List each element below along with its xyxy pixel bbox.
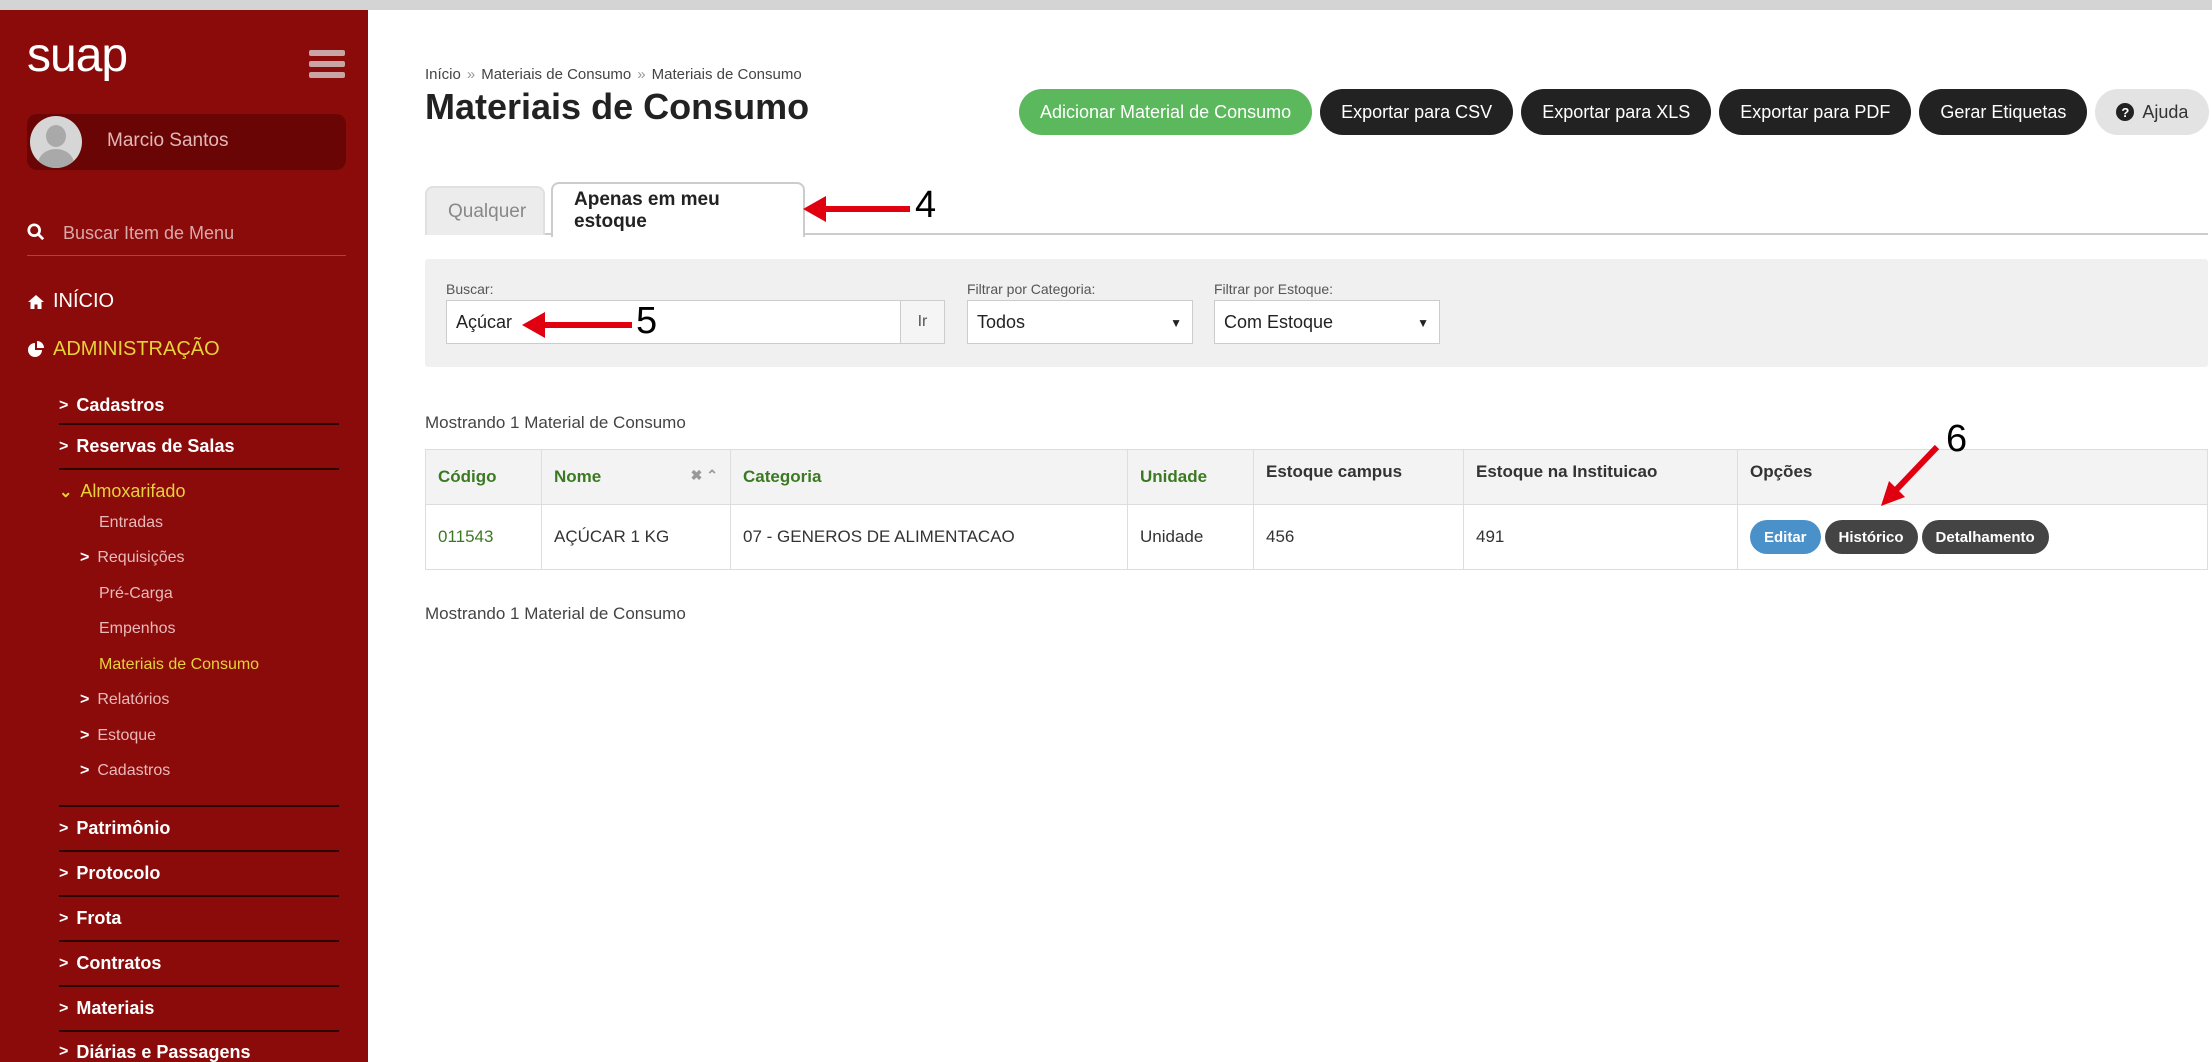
chevron-down-icon: ⌄ bbox=[59, 483, 73, 501]
sort-controls-icon[interactable]: ✖ ⌃ bbox=[691, 467, 718, 484]
cell-nome: AÇÚCAR 1 KG bbox=[541, 504, 731, 570]
sidebar-item-contratos[interactable]: > Contratos bbox=[59, 940, 339, 985]
sidebar-item-reservas[interactable]: > Reservas de Salas bbox=[59, 423, 339, 468]
col-estoque-campus: Estoque campus bbox=[1253, 449, 1464, 505]
action-buttons: Adicionar Material de Consumo Exportar p… bbox=[1019, 89, 2210, 135]
user-profile[interactable]: Marcio Santos bbox=[27, 114, 346, 170]
search-label: Buscar: bbox=[446, 281, 494, 297]
help-icon: ? bbox=[2116, 103, 2135, 121]
materials-table: Código Nome ✖ ⌃ Categoria Unidade Estoque… bbox=[425, 449, 2208, 570]
cell-estoque-instituicao: 491 bbox=[1463, 504, 1738, 570]
dropdown-caret-icon: ▼ bbox=[1170, 316, 1182, 330]
table-row: 011543 AÇÚCAR 1 KG 07 - GENEROS DE ALIME… bbox=[425, 504, 2208, 570]
nav-administracao[interactable]: ADMINISTRAÇÃO bbox=[27, 338, 220, 361]
cell-opcoes: Editar Histórico Detalhamento bbox=[1737, 504, 2208, 570]
chevron-right-icon: > bbox=[80, 691, 90, 708]
sidebar-item-cadastros[interactable]: > Cadastros bbox=[59, 388, 339, 423]
page-title: Materiais de Consumo bbox=[425, 86, 810, 127]
avatar bbox=[30, 116, 82, 168]
col-nome[interactable]: Nome ✖ ⌃ bbox=[541, 449, 731, 505]
sidebar: suap Marcio Santos INÍCIO ADMINISTRAÇÃO … bbox=[0, 0, 368, 1062]
sidebar-subitem-requisicoes[interactable]: > Requisições bbox=[80, 549, 185, 567]
col-categoria[interactable]: Categoria bbox=[730, 449, 1128, 505]
home-icon bbox=[28, 294, 44, 309]
sidebar-subitem-precarga[interactable]: Pré-Carga bbox=[99, 585, 173, 603]
suap-logo[interactable]: suap bbox=[27, 28, 128, 83]
chevron-right-icon: > bbox=[59, 999, 69, 1017]
sidebar-subitem-estoque[interactable]: > Estoque bbox=[80, 727, 156, 745]
sidebar-item-protocolo[interactable]: > Protocolo bbox=[59, 850, 339, 895]
chevron-right-icon: > bbox=[59, 954, 69, 972]
chevron-right-icon: > bbox=[59, 437, 69, 455]
stock-filter-label: Filtrar por Estoque: bbox=[1214, 281, 1334, 297]
chevron-right-icon: > bbox=[80, 727, 90, 744]
stock-select[interactable]: Com Estoque ▼ bbox=[1214, 300, 1440, 344]
sidebar-item-patrimonio[interactable]: > Patrimônio bbox=[59, 805, 339, 850]
nav-administracao-label: ADMINISTRAÇÃO bbox=[53, 338, 220, 360]
help-button[interactable]: ? Ajuda bbox=[2095, 89, 2210, 135]
category-select[interactable]: Todos ▼ bbox=[967, 300, 1193, 344]
sidebar-subitem-empenhos[interactable]: Empenhos bbox=[99, 620, 176, 638]
nav-inicio[interactable]: INÍCIO bbox=[27, 290, 114, 313]
annotation-label-4: 4 bbox=[915, 184, 937, 226]
chevron-right-icon: > bbox=[59, 1043, 69, 1060]
sidebar-subitem-relatorios[interactable]: > Relatórios bbox=[80, 691, 169, 709]
sidebar-item-diarias[interactable]: > Diárias e Passagens bbox=[59, 1030, 339, 1062]
export-pdf-button[interactable]: Exportar para PDF bbox=[1719, 89, 1912, 135]
tabs: Qualquer Apenas em meu estoque bbox=[425, 182, 2208, 237]
dropdown-caret-icon: ▼ bbox=[1417, 316, 1429, 330]
results-count: Mostrando 1 Material de Consumo bbox=[425, 413, 686, 432]
results-count-bottom: Mostrando 1 Material de Consumo bbox=[425, 604, 686, 623]
col-unidade[interactable]: Unidade bbox=[1127, 449, 1254, 505]
chevron-right-icon: > bbox=[59, 864, 69, 882]
chevron-right-icon: > bbox=[80, 762, 90, 779]
chevron-right-icon: > bbox=[80, 549, 90, 566]
col-estoque-instituicao: Estoque na Instituicao bbox=[1463, 449, 1738, 505]
sidebar-item-materiais[interactable]: > Materiais bbox=[59, 985, 339, 1030]
breadcrumb-materiais-1[interactable]: Materiais de Consumo bbox=[481, 66, 631, 83]
annotation-label-5: 5 bbox=[636, 300, 658, 342]
cell-estoque-campus: 456 bbox=[1253, 504, 1464, 570]
breadcrumb: Início» Materiais de Consumo» Materiais de… bbox=[425, 66, 802, 83]
chevron-right-icon: > bbox=[59, 909, 69, 927]
tab-apenas-meu-estoque[interactable]: Apenas em meu estoque bbox=[551, 182, 805, 237]
sidebar-subitem-cadastros[interactable]: > Cadastros bbox=[80, 762, 170, 780]
export-csv-button[interactable]: Exportar para CSV bbox=[1320, 89, 1514, 135]
top-border bbox=[368, 0, 2212, 10]
menu-search bbox=[27, 216, 346, 256]
sidebar-subitem-materiais-consumo[interactable]: Materiais de Consumo bbox=[99, 656, 259, 674]
search-input[interactable] bbox=[446, 300, 901, 344]
cell-unidade: Unidade bbox=[1127, 504, 1254, 570]
add-material-button[interactable]: Adicionar Material de Consumo bbox=[1019, 89, 1313, 135]
filter-panel: Buscar: Ir Filtrar por Categoria: Todos▼… bbox=[425, 259, 2208, 367]
chevron-right-icon: > bbox=[59, 819, 69, 837]
user-name: Marcio Santos bbox=[107, 130, 229, 151]
category-filter-label: Filtrar por Categoria: bbox=[967, 281, 1096, 297]
search-go-button[interactable]: Ir bbox=[900, 300, 945, 344]
sidebar-item-almoxarifado[interactable]: ⌄ Almoxarifado bbox=[59, 468, 339, 513]
breadcrumb-materiais-2[interactable]: Materiais de Consumo bbox=[652, 66, 802, 83]
search-icon bbox=[27, 223, 45, 241]
annotation-label-6: 6 bbox=[1946, 418, 1968, 460]
sidebar-item-frota[interactable]: > Frota bbox=[59, 895, 339, 940]
generate-labels-button[interactable]: Gerar Etiquetas bbox=[1919, 89, 2088, 135]
tab-qualquer[interactable]: Qualquer bbox=[425, 186, 545, 235]
col-opcoes: Opções bbox=[1737, 449, 2208, 505]
col-codigo[interactable]: Código bbox=[425, 449, 542, 505]
cell-codigo[interactable]: 011543 bbox=[425, 504, 542, 570]
menu-search-input[interactable] bbox=[63, 220, 343, 246]
hamburger-menu-icon[interactable] bbox=[309, 50, 345, 78]
chevron-right-icon: > bbox=[59, 396, 69, 414]
history-button[interactable]: Histórico bbox=[1824, 520, 1918, 554]
details-button[interactable]: Detalhamento bbox=[1921, 520, 2049, 554]
nav-inicio-label: INÍCIO bbox=[53, 290, 115, 312]
breadcrumb-inicio[interactable]: Início bbox=[425, 66, 461, 83]
edit-button[interactable]: Editar bbox=[1750, 520, 1821, 554]
cell-categoria: 07 - GENEROS DE ALIMENTACAO bbox=[730, 504, 1128, 570]
sidebar-subitem-entradas[interactable]: Entradas bbox=[99, 514, 163, 532]
export-xls-button[interactable]: Exportar para XLS bbox=[1521, 89, 1712, 135]
pie-chart-icon bbox=[28, 340, 44, 357]
